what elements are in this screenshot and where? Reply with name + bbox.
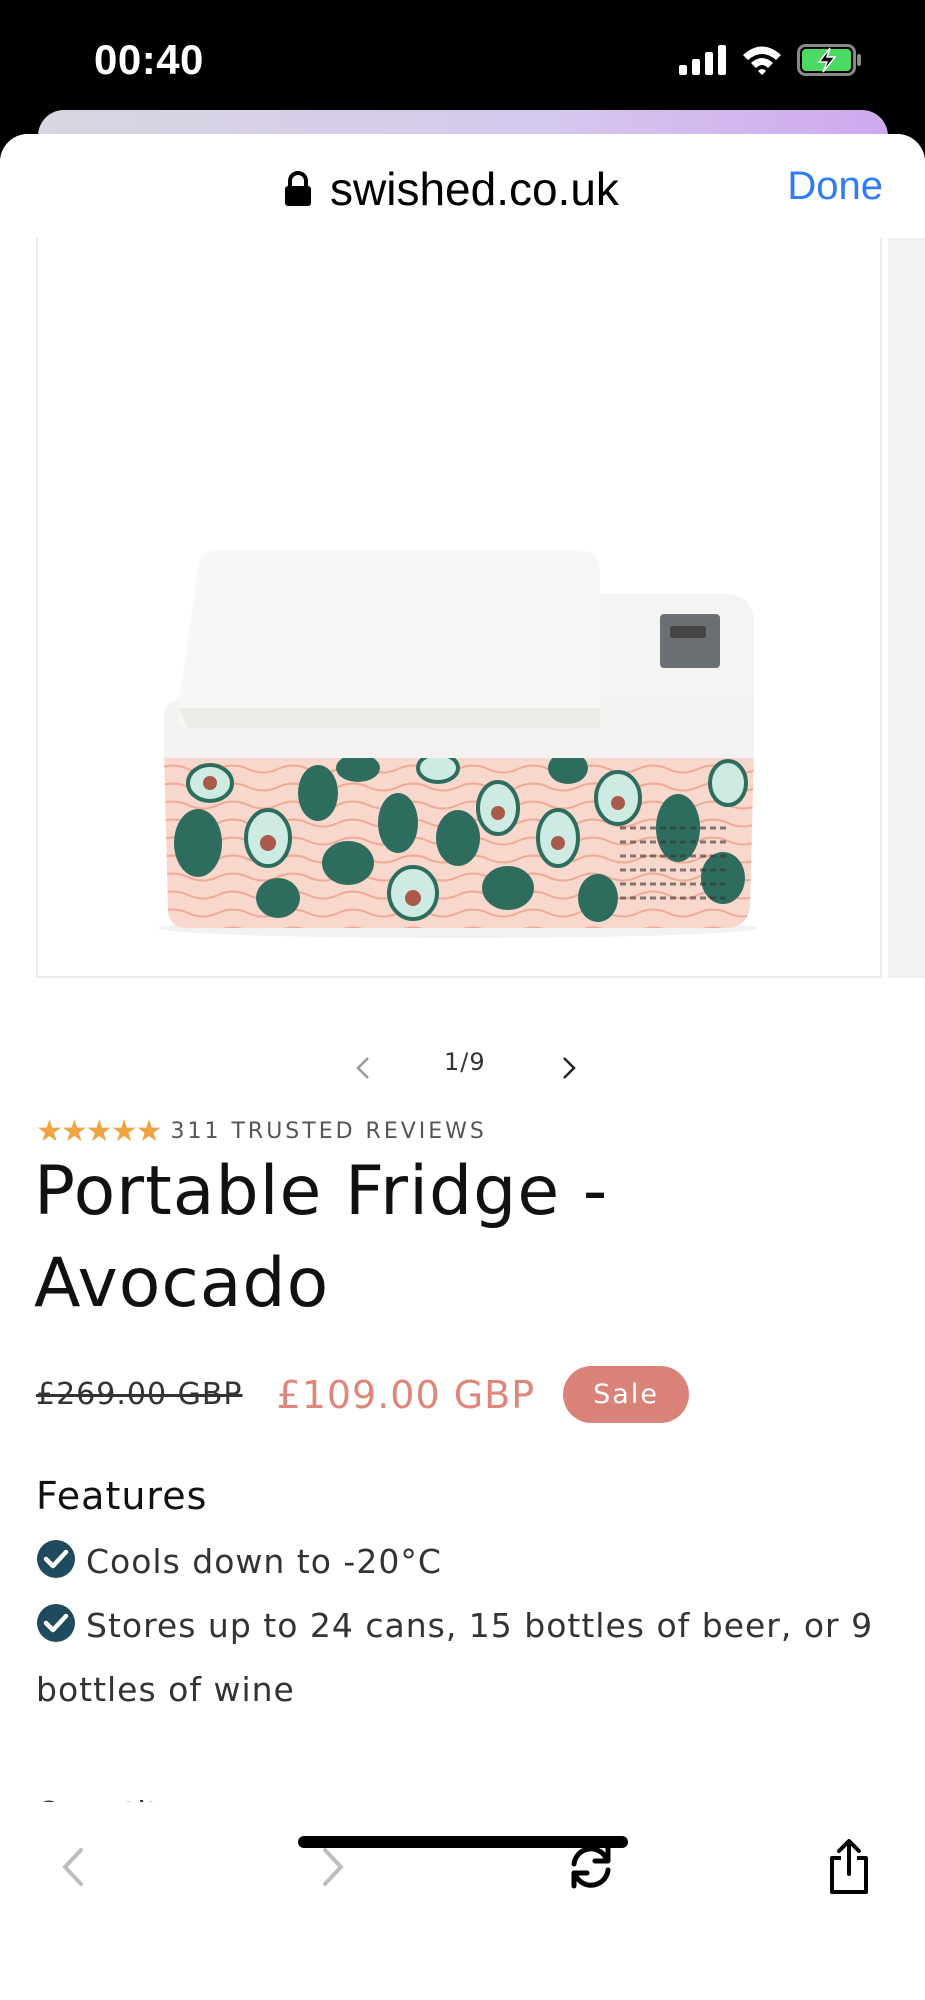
share-icon <box>830 1839 868 1894</box>
gallery-pager: 1/9 <box>0 1038 925 1098</box>
chevron-left-icon <box>356 1057 369 1079</box>
url-bar: swished.co.uk Done <box>0 134 925 236</box>
done-button[interactable]: Done <box>787 164 883 209</box>
status-bar: 00:40 <box>0 0 925 120</box>
star-rating: ★★★★★ <box>36 1115 162 1148</box>
sale-price: £109.00 GBP <box>276 1372 536 1417</box>
product-image[interactable] <box>36 238 882 978</box>
sale-badge: Sale <box>563 1366 689 1423</box>
home-indicator[interactable] <box>298 1836 628 1848</box>
original-price: £269.00 GBP <box>36 1377 243 1412</box>
feature-text: Cools down to -20°C <box>86 1542 442 1581</box>
battery-charging-icon <box>797 44 861 76</box>
rating-summary[interactable]: ★★★★★ 311 TRUSTED REVIEWS <box>36 1114 487 1149</box>
forward-arrow-icon <box>323 1848 344 1886</box>
url-display[interactable]: swished.co.uk <box>284 162 619 216</box>
next-image-peek[interactable] <box>888 238 925 978</box>
browser-sheet: swished.co.uk Done 1/9 ★★★★★ 311 TRUSTED… <box>0 134 925 2000</box>
product-title: Portable Fridge - Avocado <box>34 1152 609 1323</box>
features-heading: Features <box>36 1474 208 1518</box>
price-row: £269.00 GBP £109.00 GBP Sale <box>36 1366 689 1423</box>
share-button[interactable] <box>814 1832 884 1902</box>
feature-item: Stores up to 24 cans, 15 bottles of beer… <box>36 1594 886 1722</box>
feature-text: Stores up to 24 cans, 15 bottles of beer… <box>36 1606 874 1709</box>
image-counter: 1/9 <box>444 1048 486 1076</box>
feature-item: Cools down to -20°C <box>36 1530 886 1594</box>
url-text: swished.co.uk <box>330 163 619 215</box>
status-time: 00:40 <box>94 36 204 83</box>
reviews-count: 311 TRUSTED REVIEWS <box>170 1119 487 1144</box>
check-circle-icon <box>37 1604 75 1642</box>
chevron-right-icon <box>563 1057 576 1079</box>
signal-icon <box>679 45 726 75</box>
back-arrow-icon <box>62 1848 83 1886</box>
reload-icon <box>571 1845 611 1889</box>
previous-image-button[interactable] <box>344 1038 384 1098</box>
next-image-button[interactable] <box>548 1038 588 1098</box>
quantity-label: Quantity <box>36 1784 179 1802</box>
back-button[interactable] <box>38 1832 108 1902</box>
portable-fridge-image <box>158 550 758 938</box>
wifi-icon <box>743 46 781 75</box>
lock-icon <box>285 171 311 206</box>
check-circle-icon <box>37 1540 75 1578</box>
status-icons <box>679 44 863 76</box>
